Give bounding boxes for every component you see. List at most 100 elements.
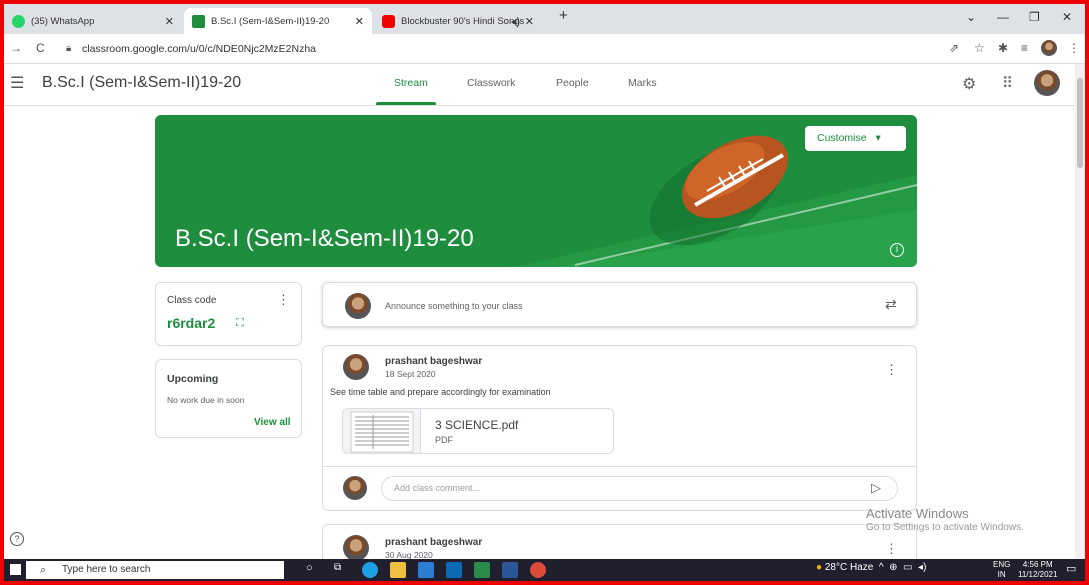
info-icon[interactable]: i	[890, 243, 904, 257]
author-avatar	[343, 535, 369, 561]
chrome-icon[interactable]	[530, 562, 546, 578]
new-tab-button[interactable]: +	[559, 7, 568, 24]
tab-people[interactable]: People	[556, 77, 589, 89]
dropdown-arrow-icon: ▾	[875, 132, 881, 144]
tab-search-icon[interactable]: ⌄	[966, 10, 976, 24]
announce-box[interactable]: Announce something to your class ⇄	[322, 282, 917, 327]
tab-label: (35) WhatsApp	[31, 15, 95, 27]
address-bar: → C 🔒︎ classroom.google.com/u/0/c/NDE0Nj…	[4, 34, 1085, 64]
task-view-icon[interactable]: ⧉	[334, 562, 350, 578]
classroom-header: ☰ B.Sc.I (Sem-I&Sem-II)19-20 Stream Clas…	[4, 64, 1085, 106]
mail-icon[interactable]	[446, 562, 462, 578]
help-icon[interactable]: ?	[10, 532, 24, 546]
view-all-link[interactable]: View all	[254, 417, 291, 428]
clock-time: 4:56 PM	[1022, 560, 1053, 569]
whatsapp-icon	[12, 14, 25, 28]
extensions-icon[interactable]: ✱	[998, 41, 1008, 55]
forward-icon[interactable]: →	[10, 41, 22, 55]
share-icon[interactable]: ⇗	[949, 41, 959, 55]
scrollbar-thumb[interactable]	[1077, 78, 1083, 168]
reload-icon[interactable]: C	[36, 41, 45, 55]
more-options-icon[interactable]: ⋮	[885, 362, 898, 378]
post-author: prashant bageshwar	[385, 356, 483, 367]
bookmark-star-icon[interactable]: ☆	[974, 41, 985, 55]
tab-classroom[interactable]: B.Sc.I (Sem-I&Sem-II)19-20 ✕	[184, 8, 372, 34]
file-explorer-icon[interactable]	[390, 562, 406, 578]
screen: (35) WhatsApp ✕ B.Sc.I (Sem-I&Sem-II)19-…	[4, 4, 1085, 581]
reading-list-icon[interactable]: ≡	[1021, 41, 1028, 55]
taskbar-search-label: Type here to search	[62, 564, 151, 575]
browser-tab-strip: (35) WhatsApp ✕ B.Sc.I (Sem-I&Sem-II)19-…	[4, 4, 1085, 34]
weather-tray[interactable]: ● 28°C Haze ^ ⊕ ▭ ◂)	[816, 562, 926, 573]
customise-button[interactable]: Customise ▾	[805, 126, 906, 151]
tab-label: B.Sc.I (Sem-I&Sem-II)19-20	[211, 15, 330, 27]
more-options-icon[interactable]: ⋮	[277, 292, 290, 308]
class-title[interactable]: B.Sc.I (Sem-I&Sem-II)19-20	[42, 74, 241, 92]
youtube-icon	[382, 14, 395, 28]
post-text: See time table and prepare accordingly f…	[330, 387, 551, 397]
class-code-value: r6rdar2	[167, 315, 216, 331]
banner-title: B.Sc.I (Sem-I&Sem-II)19-20	[175, 225, 474, 252]
fullscreen-icon[interactable]: ⛶	[236, 317, 244, 330]
notification-icon[interactable]: ▭	[1066, 562, 1076, 575]
close-tab-icon[interactable]: ✕	[165, 15, 174, 28]
sun-icon: ●	[816, 562, 823, 573]
lang-region: IN	[997, 570, 1006, 579]
post-card: prashant bageshwar 18 Sept 2020 ⋮ See ti…	[322, 345, 917, 511]
scrollbar[interactable]	[1075, 64, 1085, 559]
excel-icon[interactable]	[474, 562, 490, 578]
user-avatar[interactable]	[1034, 70, 1060, 96]
profile-avatar[interactable]	[1041, 40, 1057, 56]
url-field[interactable]: classroom.google.com/u/0/c/NDE0Njc2MzE2N…	[82, 39, 316, 59]
clock-date: 11/12/2021	[1018, 570, 1058, 579]
activate-windows-text: Go to Settings to activate Windows.	[866, 522, 1024, 533]
hamburger-menu-icon[interactable]: ☰	[10, 73, 24, 93]
attachment-card[interactable]: 3 SCIENCE.pdf PDF	[342, 408, 614, 454]
activate-windows-title: Activate Windows	[866, 506, 969, 521]
upcoming-label: Upcoming	[167, 373, 219, 385]
user-avatar	[345, 293, 371, 319]
comment-input[interactable]: Add class comment...	[381, 476, 898, 501]
edge-icon[interactable]	[362, 562, 378, 578]
cortana-icon[interactable]: ○	[306, 562, 322, 578]
send-icon[interactable]: ▷	[871, 480, 881, 496]
more-options-icon[interactable]: ⋮	[885, 541, 898, 557]
apps-grid-icon[interactable]: ⠿	[1002, 74, 1013, 92]
upcoming-text: No work due in soon	[167, 395, 245, 405]
restore-button[interactable]: ❐	[1029, 10, 1040, 24]
language-indicator[interactable]: ENG IN	[993, 560, 1010, 580]
weather-text: 28°C Haze	[824, 562, 874, 573]
class-code-label: Class code	[167, 295, 217, 306]
store-icon[interactable]	[418, 562, 434, 578]
close-tab-icon[interactable]: ✕	[525, 15, 534, 28]
post-date: 18 Sept 2020	[385, 369, 436, 379]
attachment-type: PDF	[435, 435, 453, 445]
tab-youtube[interactable]: Blockbuster 90's Hindi Songs ◂) ✕	[374, 8, 542, 34]
tab-whatsapp[interactable]: (35) WhatsApp ✕	[4, 8, 182, 34]
classroom-icon	[192, 14, 205, 28]
divider	[323, 466, 916, 467]
windows-taskbar: ⌕ Type here to search ○ ⧉ ● 28°C Haze ^ …	[4, 559, 1085, 581]
tab-stream[interactable]: Stream	[394, 77, 428, 89]
settings-gear-icon[interactable]: ⚙	[962, 74, 976, 94]
user-avatar	[343, 476, 367, 500]
repost-icon[interactable]: ⇄	[885, 296, 897, 313]
tab-marks[interactable]: Marks	[628, 77, 657, 89]
menu-dots-icon[interactable]: ⋮	[1068, 41, 1080, 55]
class-code-card: Class code ⋮ r6rdar2 ⛶	[155, 282, 302, 346]
taskbar-search-input[interactable]: ⌕ Type here to search	[26, 561, 284, 579]
upcoming-card: Upcoming No work due in soon View all	[155, 359, 302, 438]
author-avatar	[343, 354, 369, 380]
minimize-button[interactable]: —	[997, 10, 1009, 24]
lock-icon[interactable]: 🔒︎	[66, 43, 71, 54]
tab-classwork[interactable]: Classwork	[467, 77, 515, 89]
system-clock[interactable]: 4:56 PM 11/12/2021	[1018, 560, 1057, 580]
word-icon[interactable]	[502, 562, 518, 578]
close-tab-icon[interactable]: ✕	[355, 15, 364, 28]
announce-placeholder: Announce something to your class	[385, 301, 523, 311]
close-window-button[interactable]: ✕	[1062, 10, 1072, 24]
attachment-name: 3 SCIENCE.pdf	[435, 418, 519, 432]
tab-label: Blockbuster 90's Hindi Songs	[401, 15, 525, 27]
post-author: prashant bageshwar	[385, 537, 483, 548]
windows-start-icon[interactable]	[10, 564, 21, 575]
